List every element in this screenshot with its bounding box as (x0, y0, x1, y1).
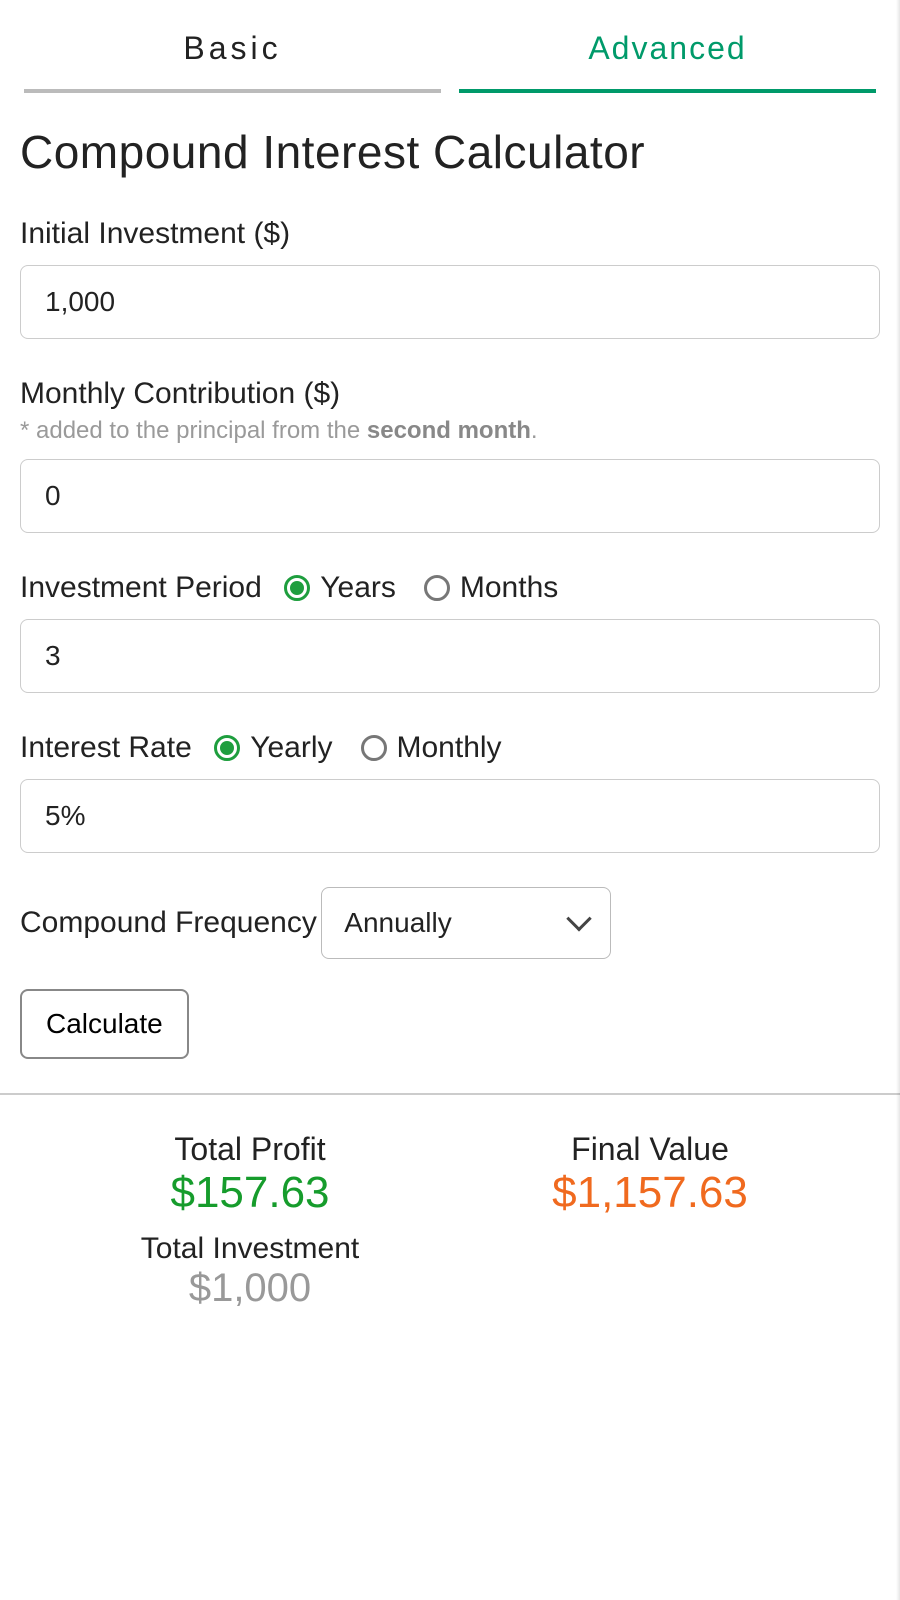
tab-bar: Basic Advanced (0, 0, 900, 93)
monthly-contribution-label: Monthly Contribution ($) (20, 377, 340, 411)
field-monthly-contribution: Monthly Contribution ($) * added to the … (20, 377, 880, 533)
calculate-button[interactable]: Calculate (20, 989, 189, 1059)
total-profit-value: $157.63 (50, 1168, 450, 1218)
hint-suffix: . (531, 417, 538, 444)
radio-rate-monthly[interactable]: Monthly (361, 731, 502, 765)
field-interest-rate: Interest Rate Yearly Monthly (20, 731, 880, 853)
hint-prefix: * added to the principal from the (20, 417, 367, 444)
compound-frequency-select[interactable]: Annually (321, 887, 611, 959)
monthly-contribution-hint: * added to the principal from the second… (20, 417, 880, 445)
radio-period-years[interactable]: Years (284, 571, 396, 605)
total-profit-label: Total Profit (50, 1131, 450, 1168)
initial-investment-input[interactable] (20, 265, 880, 339)
radio-icon (284, 575, 310, 601)
radio-period-months[interactable]: Months (424, 571, 558, 605)
radio-period-months-label: Months (460, 571, 558, 605)
monthly-contribution-input[interactable] (20, 459, 880, 533)
investment-period-radio-group: Years Months (284, 571, 558, 605)
divider (0, 1093, 900, 1095)
tab-advanced[interactable]: Advanced (459, 30, 876, 93)
initial-investment-label: Initial Investment ($) (20, 217, 290, 251)
final-value-value: $1,157.63 (450, 1168, 850, 1218)
investment-period-label: Investment Period (20, 571, 262, 605)
field-initial-investment: Initial Investment ($) (20, 217, 880, 339)
results-panel: Total Profit $157.63 Total Investment $1… (20, 1131, 880, 1311)
radio-rate-yearly[interactable]: Yearly (214, 731, 332, 765)
interest-rate-radio-group: Yearly Monthly (214, 731, 501, 765)
radio-rate-yearly-label: Yearly (250, 731, 332, 765)
compound-frequency-selected: Annually (344, 907, 451, 939)
hint-strong: second month (367, 417, 531, 444)
interest-rate-label: Interest Rate (20, 731, 192, 765)
interest-rate-input[interactable] (20, 779, 880, 853)
investment-period-input[interactable] (20, 619, 880, 693)
total-investment-value: $1,000 (50, 1266, 450, 1311)
final-value-label: Final Value (450, 1131, 850, 1168)
radio-icon (361, 735, 387, 761)
tab-basic[interactable]: Basic (24, 30, 441, 93)
radio-icon (214, 735, 240, 761)
chevron-down-icon (567, 906, 592, 931)
total-investment-label: Total Investment (50, 1232, 450, 1266)
page-title: Compound Interest Calculator (20, 93, 880, 217)
radio-rate-monthly-label: Monthly (397, 731, 502, 765)
field-compound-frequency: Compound Frequency Annually (20, 887, 880, 959)
field-investment-period: Investment Period Years Months (20, 571, 880, 693)
compound-frequency-label: Compound Frequency (20, 906, 317, 940)
radio-icon (424, 575, 450, 601)
radio-period-years-label: Years (320, 571, 396, 605)
